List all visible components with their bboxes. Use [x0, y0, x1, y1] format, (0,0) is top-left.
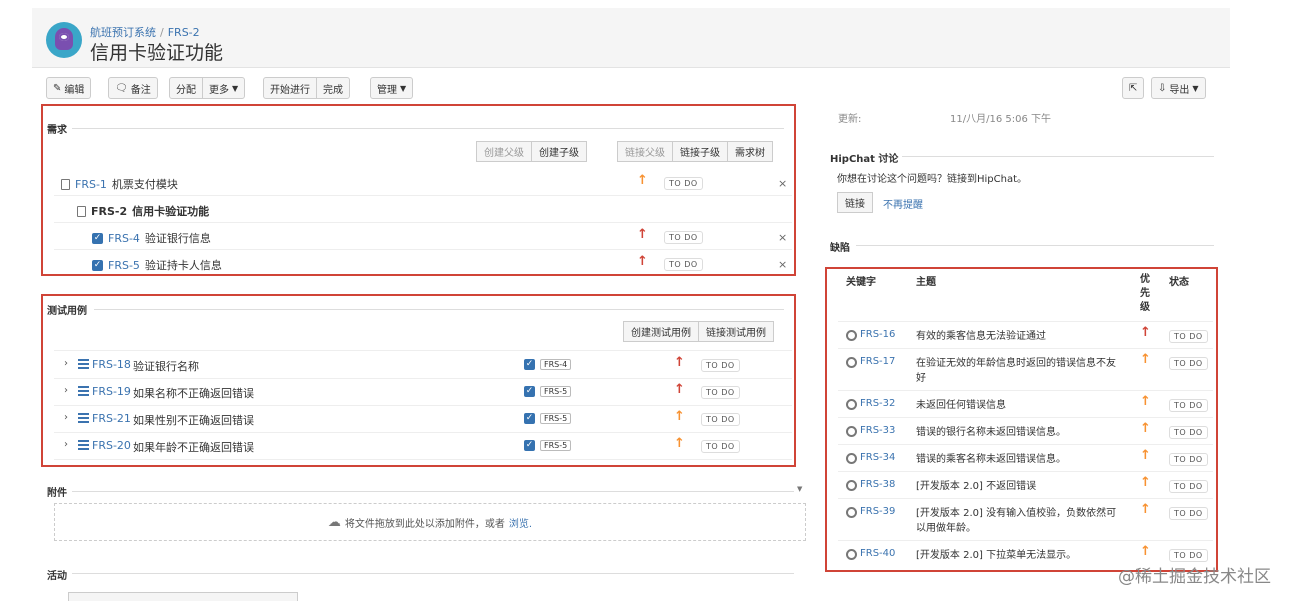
divider	[856, 245, 1214, 246]
done-button[interactable]: 完成	[316, 77, 350, 99]
comment-group: 🗨 备注	[108, 77, 158, 99]
workflow-group: 开始进行 完成	[263, 77, 350, 99]
chevron-down-icon: ▼	[400, 83, 407, 93]
activity-title: 活动	[47, 571, 67, 582]
share-button[interactable]: ⇱	[1122, 77, 1145, 99]
manage-button[interactable]: 管理 ▼	[370, 77, 414, 99]
divider	[902, 156, 1214, 157]
updated-value: 11/八月/16 5:06 下午	[950, 114, 1052, 125]
divider	[72, 573, 794, 574]
comment-icon: 🗨	[115, 82, 128, 94]
chevron-down-icon: ▼	[232, 83, 239, 93]
attachments-title: 附件	[47, 488, 67, 499]
highlight-box	[825, 267, 1218, 572]
activity-tabs[interactable]	[68, 592, 298, 601]
edit-button[interactable]: ✎ 编辑	[46, 77, 92, 99]
highlight-box	[41, 294, 796, 467]
divider	[72, 491, 794, 492]
chevron-down-icon[interactable]: ▼	[797, 485, 802, 493]
export-group: ⇩ 导出 ▼	[1151, 77, 1206, 99]
defects-title: 缺陷	[830, 243, 850, 254]
assign-group: 分配 更多 ▼	[169, 77, 246, 99]
pencil-icon: ✎	[53, 82, 62, 94]
cloud-upload-icon: ☁	[327, 514, 341, 530]
updated-label: 更新:	[838, 114, 862, 125]
export-button[interactable]: ⇩ 导出 ▼	[1151, 77, 1206, 99]
manage-group: 管理 ▼	[370, 77, 414, 99]
assign-button[interactable]: 分配	[169, 77, 203, 99]
hipchat-title: HipChat 讨论	[830, 154, 899, 165]
comment-button[interactable]: 🗨 备注	[108, 77, 158, 99]
page-title: 信用卡验证功能	[90, 42, 224, 64]
hipchat-text: 你想在讨论这个问题吗？链接到HipChat。	[837, 174, 1028, 185]
chevron-down-icon: ▼	[1192, 83, 1199, 93]
share-group: ⇱	[1122, 77, 1145, 99]
watermark: @稀土掘金技术社区	[1118, 567, 1271, 587]
more-button[interactable]: 更多 ▼	[202, 77, 246, 99]
highlight-box	[41, 104, 796, 276]
browse-link[interactable]: 浏览.	[509, 515, 532, 530]
hipchat-link-button[interactable]: 链接	[837, 192, 873, 213]
edit-group: ✎ 编辑	[46, 77, 92, 99]
export-icon: ⇩	[1158, 82, 1167, 94]
dismiss-link[interactable]: 不再提醒	[883, 196, 923, 211]
start-progress-button[interactable]: 开始进行	[263, 77, 317, 99]
attachment-dropzone[interactable]: ☁ 将文件拖放到此处以添加附件，或者 浏览.	[54, 503, 806, 541]
project-avatar[interactable]	[46, 22, 82, 58]
share-icon: ⇱	[1129, 82, 1138, 94]
